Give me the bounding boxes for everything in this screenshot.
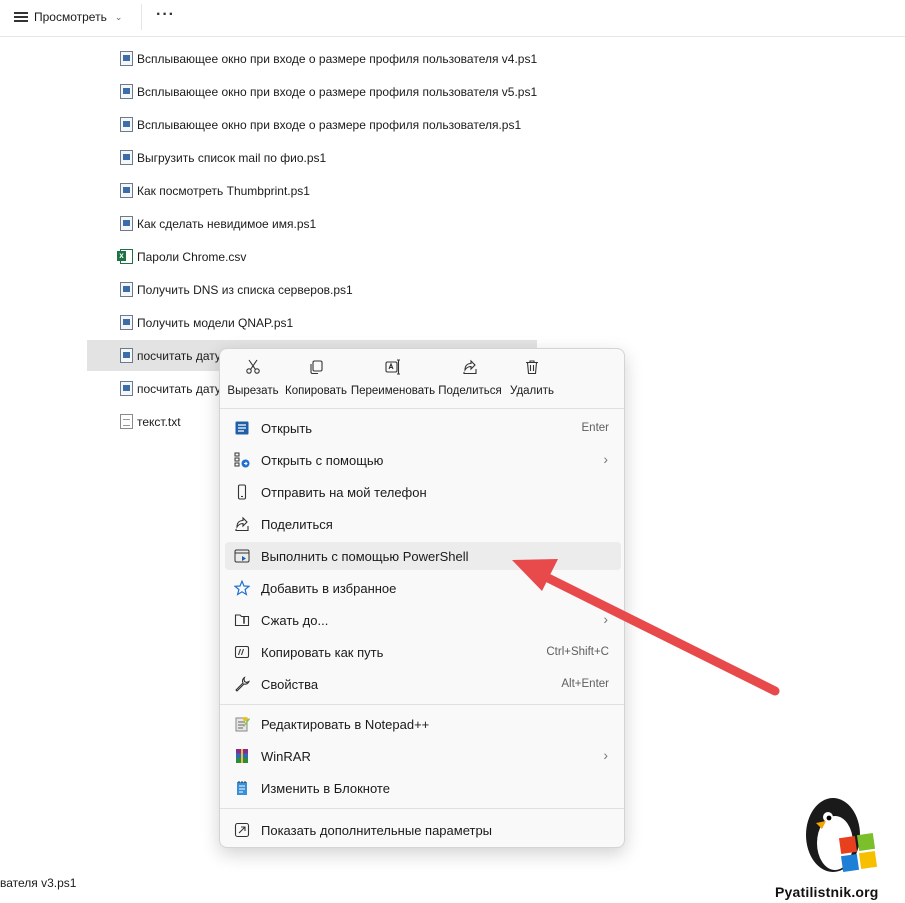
powershell-file-icon (120, 117, 133, 132)
share-icon (463, 359, 477, 375)
menu-item-edit-notepadpp[interactable]: Редактировать в Notepad++ (225, 710, 621, 738)
cut-button[interactable]: Вырезать (227, 359, 279, 397)
open-with-icon (234, 452, 250, 468)
menu-item-label: Сжать до... (261, 613, 329, 628)
file-name: Выгрузить список mail по фио.ps1 (137, 150, 327, 165)
copy-label: Копировать (285, 385, 347, 397)
command-bar: Просмотреть ⌄ ··· (0, 0, 905, 37)
more-options-button[interactable]: ··· (156, 6, 175, 24)
notepadpp-icon (235, 717, 250, 732)
file-name: Получить модели QNAP.ps1 (137, 315, 294, 330)
menu-item-send-to-phone[interactable]: Отправить на мой телефон (225, 478, 621, 506)
file-row[interactable]: Как посмотреть Thumbprint.ps1 (87, 175, 537, 206)
file-name: Как сделать невидимое имя.ps1 (137, 216, 317, 231)
copy-icon (310, 360, 323, 375)
menu-item-label: Свойства (261, 677, 319, 692)
menu-item-open[interactable]: Открыть Enter (225, 414, 621, 442)
file-name: Получить DNS из списка серверов.ps1 (137, 282, 353, 297)
powershell-file-icon (120, 150, 133, 165)
view-button[interactable]: Просмотреть ⌄ (14, 7, 122, 27)
wrench-icon (235, 676, 250, 692)
menu-item-winrar[interactable]: WinRAR › (225, 742, 621, 770)
delete-button[interactable]: Удалить (505, 359, 559, 397)
file-row[interactable]: Всплывающее окно при входе о размере про… (87, 76, 537, 107)
menu-item-show-more-options[interactable]: Показать дополнительные параметры (225, 816, 621, 844)
file-name: посчитать дату (137, 348, 221, 363)
menu-item-label: WinRAR (261, 749, 311, 764)
menu-item-label: Добавить в избранное (261, 581, 397, 596)
menu-item-share[interactable]: Поделиться (225, 510, 621, 538)
notepad-icon (237, 781, 247, 795)
view-button-label: Просмотреть (34, 10, 107, 24)
file-name: посчитать дату (137, 381, 221, 396)
chevron-right-icon: › (603, 451, 608, 467)
powershell-file-icon (120, 216, 133, 231)
menu-item-label: Выполнить с помощью PowerShell (261, 549, 469, 564)
menu-item-edit-notepad[interactable]: Изменить в Блокноте (225, 774, 621, 802)
powershell-file-icon (120, 381, 133, 396)
menu-item-label: Открыть с помощью (261, 453, 384, 468)
menu-item-shortcut: Enter (581, 422, 610, 434)
share-label: Поделиться (438, 385, 502, 397)
text-file-icon (120, 414, 133, 429)
file-name: Пароли Chrome.csv (137, 249, 247, 264)
delete-label: Удалить (510, 385, 554, 397)
powershell-file-icon (120, 51, 133, 66)
file-row[interactable]: Всплывающее окно при входе о размере про… (87, 109, 537, 140)
powershell-file-icon (120, 315, 133, 330)
file-row[interactable]: Получить DNS из списка серверов.ps1 (87, 274, 537, 305)
rename-icon (385, 359, 400, 375)
file-name: Всплывающее окно при входе о размере про… (137, 51, 538, 66)
share-button[interactable]: Поделиться (437, 359, 503, 397)
menu-item-label: Изменить в Блокноте (261, 781, 390, 796)
file-row[interactable]: Пароли Chrome.csv (87, 241, 537, 272)
copy-button[interactable]: Копировать (283, 359, 349, 397)
partial-file-name[interactable]: вателя v3.ps1 (0, 876, 76, 890)
powershell-icon (234, 549, 250, 563)
trash-icon (526, 360, 538, 375)
watermark-text: Pyatilistnik.org (775, 884, 879, 900)
toolbar-separator (141, 4, 142, 30)
menu-item-label: Показать дополнительные параметры (261, 823, 493, 838)
file-row[interactable]: Всплывающее окно при входе о размере про… (87, 43, 537, 74)
scissors-icon (246, 359, 260, 374)
file-name: текст.txt (137, 414, 181, 429)
powershell-file-icon (120, 282, 133, 297)
rename-button[interactable]: Переименовать (350, 359, 436, 397)
menu-item-label: Копировать как путь (261, 645, 384, 660)
menu-item-label: Открыть (261, 421, 313, 436)
menu-divider (220, 408, 624, 409)
file-name: Всплывающее окно при входе о размере про… (137, 84, 538, 99)
share-icon (235, 516, 249, 532)
star-icon (234, 580, 250, 596)
powershell-file-icon (120, 183, 133, 198)
powershell-file-icon (120, 84, 133, 99)
menu-divider (220, 808, 624, 809)
menu-item-label: Поделиться (261, 517, 333, 532)
open-icon (235, 421, 249, 435)
excel-file-icon (117, 249, 133, 264)
cut-label: Вырезать (227, 385, 279, 397)
file-name: Всплывающее окно при входе о размере про… (137, 117, 522, 132)
file-row[interactable]: Получить модели QNAP.ps1 (87, 307, 537, 338)
menu-item-label: Отправить на мой телефон (261, 485, 427, 500)
winrar-icon (236, 749, 248, 763)
chevron-right-icon: › (603, 747, 608, 763)
penguin-logo (806, 798, 878, 873)
file-row[interactable]: Выгрузить список mail по фио.ps1 (87, 142, 537, 173)
quick-actions-bar: Вырезать Копировать Переименовать Подели… (220, 349, 624, 408)
rename-label: Переименовать (350, 385, 436, 397)
file-row[interactable]: Как сделать невидимое имя.ps1 (87, 208, 537, 239)
view-icon (14, 11, 28, 23)
zip-icon (234, 614, 250, 627)
menu-item-label: Редактировать в Notepad++ (261, 717, 430, 732)
more-options-icon (234, 822, 250, 838)
copy-path-icon (234, 645, 250, 659)
chevron-down-icon: ⌄ (114, 11, 123, 22)
phone-icon (237, 484, 247, 500)
powershell-file-icon (120, 348, 133, 363)
file-name: Как посмотреть Thumbprint.ps1 (137, 183, 310, 198)
annotation-arrow (512, 559, 780, 696)
menu-item-open-with[interactable]: Открыть с помощью › (225, 446, 621, 474)
